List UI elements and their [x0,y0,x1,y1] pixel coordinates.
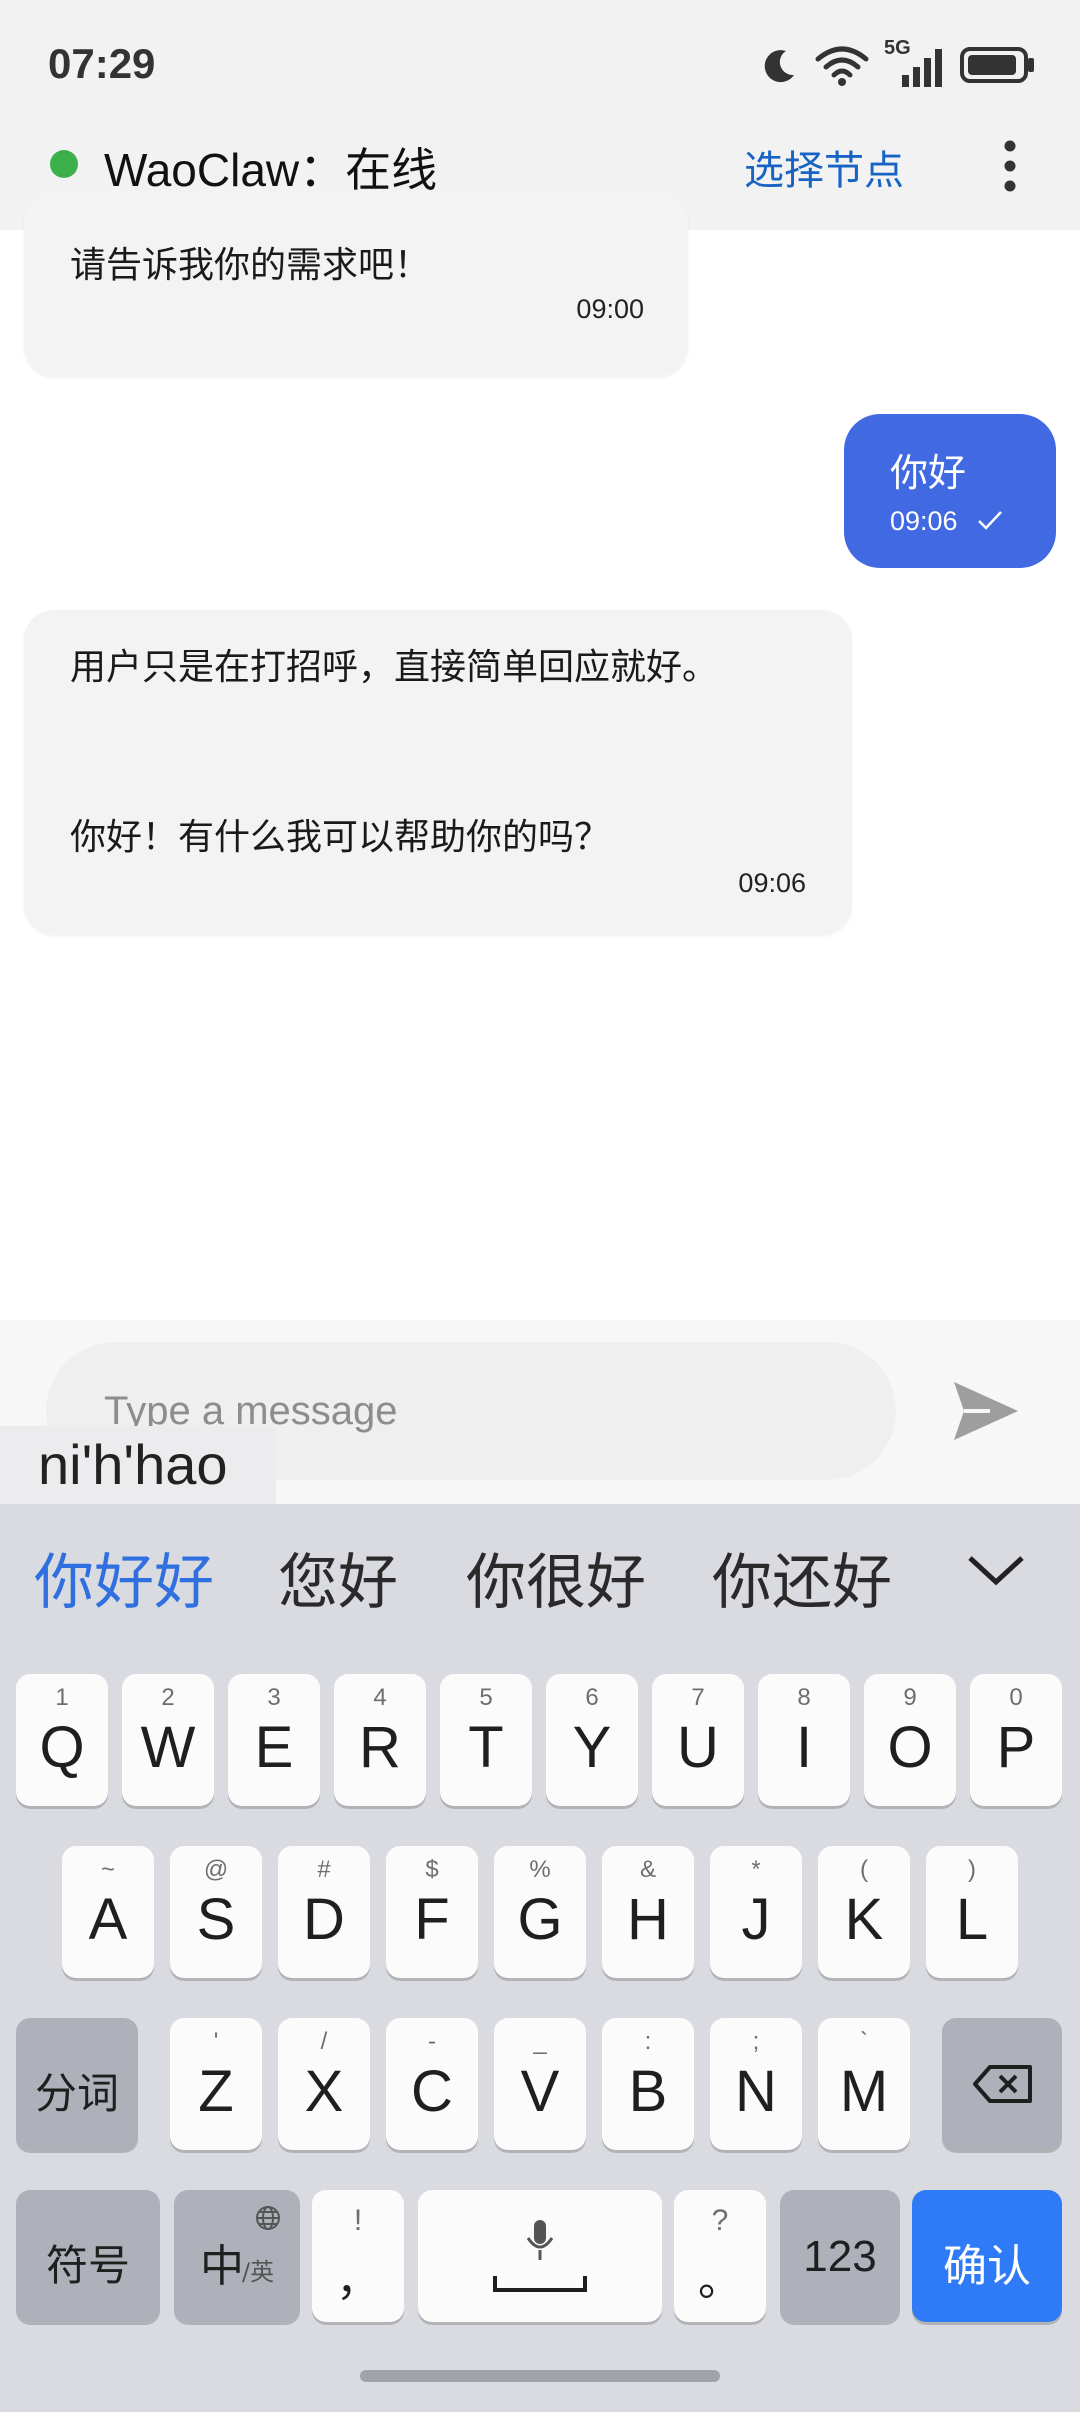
key-r[interactable]: 4R [334,1674,426,1806]
microphone-icon [526,2220,554,2260]
send-icon[interactable] [950,1378,1022,1444]
key-v[interactable]: _ V [494,2018,586,2150]
key-i[interactable]: 8I [758,1674,850,1806]
select-node-button[interactable]: 选择节点 [744,138,904,196]
candidate-item[interactable]: 你还好 [712,1534,892,1621]
period-key[interactable]: ? 。 [674,2190,766,2322]
key-e[interactable]: 3E [228,1674,320,1806]
pinyin-composition: ni'h'hao [0,1426,276,1508]
message-text: 请告诉我你的需求吧！ [70,245,431,286]
language-switch-key[interactable]: 中 /英 [174,2190,300,2322]
moon-icon [764,50,794,83]
space-bar-icon [493,2276,587,2292]
key-z[interactable]: ' Z [170,2018,262,2150]
segment-key[interactable]: 分词 [16,2018,138,2150]
key-j[interactable]: * J [710,1846,802,1978]
chevron-down-icon[interactable] [966,1550,1026,1590]
home-indicator[interactable] [360,2370,720,2382]
globe-icon [256,2206,280,2230]
numbers-key[interactable]: 123 [780,2190,900,2322]
key-h[interactable]: & H [602,1846,694,1978]
key-x[interactable]: / X [278,2018,370,2150]
key-q[interactable]: 1Q [16,1674,108,1806]
chat-messages[interactable]: 请告诉我你的需求吧！ 09:00 你好 09:06 用户只是在打招呼，直接简单回… [0,190,1080,1320]
backspace-icon [973,2065,1032,2103]
5g-signal-icon: 5G [884,37,946,89]
key-s[interactable]: @ S [170,1846,262,1978]
key-l[interactable]: ) L [926,1846,1018,1978]
bot-message-bubble: 请告诉我你的需求吧！ 09:00 [24,190,688,376]
confirm-key[interactable]: 确认 [912,2190,1062,2322]
key-d[interactable]: # D [278,1846,370,1978]
user-message-bubble: 你好 09:06 [844,414,1056,568]
key-a[interactable]: ~ A [62,1846,154,1978]
key-f[interactable]: $ F [386,1846,478,1978]
symbol-key[interactable]: 符号 [16,2190,160,2322]
key-k[interactable]: (K [818,1846,910,1978]
key-y[interactable]: 6Y [546,1674,638,1806]
key-u[interactable]: 7U [652,1674,744,1806]
status-icons: 5G [760,37,1036,90]
candidate-item[interactable]: 你好好 [34,1534,214,1621]
battery-icon [960,47,1034,83]
key-n[interactable]: ; N [710,2018,802,2150]
key-p[interactable]: 0P [970,1674,1062,1806]
message-text: 你好 [890,451,967,495]
keyboard: 你好好 您好 你很好 你还好 1Q 2W 3E 4R 5T 6Y 7U 8I 9… [0,1504,1080,2412]
key-g[interactable]: % G [494,1846,586,1978]
lang-main-label: 中 [200,2241,244,2292]
key-b[interactable]: :B [602,2018,694,2150]
candidate-item[interactable]: 你很好 [466,1534,646,1621]
message-time: 09:06 [738,868,806,898]
message-text: 用户只是在打招呼，直接简单回应就好。 [70,647,719,688]
space-key[interactable] [418,2190,662,2322]
backspace-key[interactable] [942,2018,1062,2150]
key-t[interactable]: 5T [440,1674,532,1806]
key-m[interactable]: ` M [818,2018,910,2150]
message-time: 09:00 [576,294,644,324]
candidate-item[interactable]: 您好 [278,1534,398,1621]
comma-key[interactable]: ! ， [312,2190,404,2322]
bot-message-bubble: 用户只是在打招呼，直接简单回应就好。 你好！有什么我可以帮助你的吗？ 09:06 [24,610,852,934]
online-status-dot [50,150,78,178]
message-text: 你好！有什么我可以帮助你的吗？ [70,817,611,858]
more-vertical-icon[interactable] [990,136,1030,196]
key-o[interactable]: 9O [864,1674,956,1806]
lang-sub-label: /英 [242,2258,275,2286]
wifi-icon [815,46,869,86]
pinyin-text: ni'h'hao [38,1433,228,1496]
status-time: 07:29 [48,40,156,87]
message-time: 09:06 [890,506,958,536]
key-w[interactable]: 2W [122,1674,214,1806]
check-icon [978,511,1002,530]
candidate-bar: 你好好 您好 你很好 你还好 [0,1504,1080,1640]
key-c[interactable]: -C [386,2018,478,2150]
